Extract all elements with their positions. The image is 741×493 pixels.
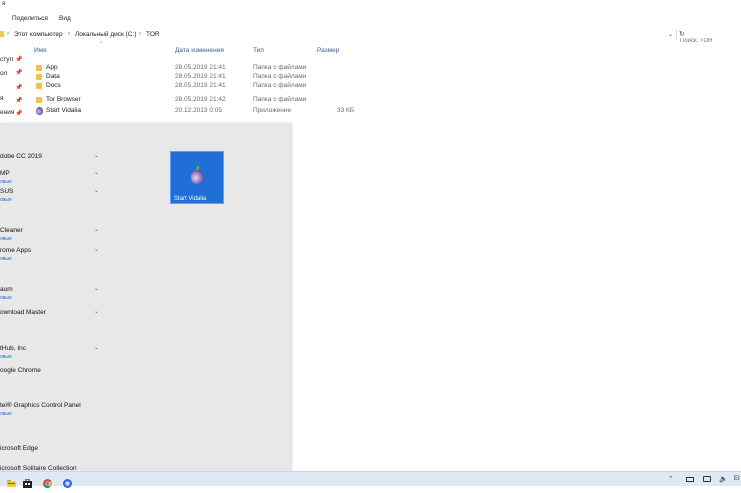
breadcrumb-separator: › [7,31,9,37]
nav-item[interactable]: ступ [0,56,13,63]
file-name: App [46,64,58,71]
app-list-item[interactable]: Cleaner [0,227,23,234]
app-list-item[interactable]: icrosoft Edge [0,445,38,452]
new-badge: овые [0,295,12,301]
chevron-down-icon[interactable]: ⌄ [94,308,99,315]
new-badge: овые [0,256,12,262]
pin-icon: 📌 [15,111,23,117]
file-row[interactable]: Docs 28.05.2019 21:41 Папка с файлами [34,82,374,91]
app-list-item[interactable]: aum [0,286,13,293]
nav-item[interactable]: я [0,95,4,102]
app-list-item[interactable]: ownload Master [0,309,46,316]
ribbon-tab-share[interactable]: Поделиться [12,15,48,22]
file-date: 28.05.2019 21:41 [175,64,226,71]
file-type: Папка с файлами [253,96,307,103]
sort-caret-icon: ^ [100,41,103,47]
tile-start-vidalia[interactable]: Start Vidalia [170,151,224,204]
folder-icon [36,74,42,80]
ribbon-tab-view[interactable]: Вид [59,15,71,22]
network-icon[interactable] [703,476,711,482]
chevron-down-icon[interactable]: ⌄ [94,152,99,159]
app-list-item[interactable]: SUS [0,188,13,195]
chevron-down-icon[interactable]: ⌄ [94,285,99,292]
file-name: Data [46,73,60,80]
app-list-item[interactable]: tel® Graphics Control Panel [0,402,81,409]
file-name: Tor Browser [46,96,81,103]
file-type: Папка с файлами [253,73,307,80]
new-badge: овые [0,411,12,417]
app-list-item[interactable]: dobe CC 2019 [0,153,42,160]
folder-icon [36,65,42,71]
app-list-item[interactable]: MP [0,170,10,177]
volume-icon[interactable]: 🔈 [719,475,728,483]
taskbar: ⌃ 🔈 EI [0,471,741,489]
chevron-down-icon[interactable]: ⌄ [94,169,99,176]
file-date: 28.05.2019 21:42 [175,96,226,103]
column-header-type[interactable]: Тип [253,47,264,54]
file-row[interactable]: Data 28.05.2019 21:41 Папка с файлами [34,73,374,82]
file-date: 20.12.2013 0:05 [175,107,222,114]
tor-browser-icon[interactable] [63,475,72,488]
file-row[interactable]: Start Vidalia 20.12.2013 0:05 Приложение 33… [34,107,374,116]
new-badge: овые [0,236,12,242]
new-badge: овые [0,179,12,185]
chevron-down-icon[interactable]: ⌄ [94,246,99,253]
nav-item[interactable]: ения [0,109,14,116]
chevron-down-icon[interactable]: ⌄ [94,187,99,194]
tor-onion-icon [191,170,203,184]
breadcrumb-separator: › [139,31,141,37]
file-row[interactable]: Tor Browser 28.05.2019 21:42 Папка с файла… [34,96,374,105]
search-input[interactable] [677,36,739,46]
file-date: 28.05.2019 21:41 [175,73,226,80]
app-list-item[interactable]: rome Apps [0,247,31,254]
chevron-down-icon[interactable]: ⌄ [668,31,673,38]
folder-icon [0,31,4,37]
file-type: Папка с файлами [253,64,307,71]
breadcrumb-tor[interactable]: TOR [146,31,160,38]
window-title-fragment: я [2,1,6,7]
new-badge: овые [0,197,12,203]
file-date: 28.05.2019 21:41 [175,82,226,89]
store-icon[interactable] [23,475,32,488]
tile-label: Start Vidalia [174,196,207,202]
file-type: Приложение [253,107,292,114]
nav-item[interactable]: ол [0,70,7,77]
column-header-name[interactable]: Имя [34,47,47,54]
app-list-item[interactable]: tHub, Inc [0,345,26,352]
start-menu: dobe CC 2019 ⌄ MP овые ⌄ SUS овые ⌄ Cleaner овые ⌄… [0,123,291,471]
file-name: Start Vidalia [46,107,81,114]
folder-icon [36,83,42,89]
pin-icon: 📌 [15,57,23,63]
column-header-date[interactable]: Дата изменения [175,47,224,54]
battery-icon[interactable] [686,477,694,482]
chrome-icon[interactable] [43,475,53,489]
search-box[interactable] [676,29,741,46]
pin-icon: 📌 [15,70,23,76]
pin-icon: 📌 [15,98,23,104]
breadcrumb-local-disk[interactable]: Локальный диск (C:) [75,31,137,38]
file-type: Папка с файлами [253,82,307,89]
chevron-down-icon[interactable]: ⌄ [94,226,99,233]
tor-onion-icon [36,107,43,115]
breadcrumb-separator: › [68,31,70,37]
column-header-size[interactable]: Размер [317,47,339,54]
chevron-up-icon[interactable]: ⌃ [668,475,674,483]
pin-icon: 📌 [15,85,23,91]
file-name: Docs [46,82,61,89]
file-size: 33 КБ [337,107,355,114]
folder-icon [36,97,42,103]
file-explorer-icon[interactable] [7,475,16,487]
language-indicator[interactable]: EI [734,476,740,482]
chevron-down-icon[interactable]: ⌄ [94,344,99,351]
new-badge: овые [0,354,12,360]
breadcrumb-this-pc[interactable]: Этот компьютер [14,31,63,38]
file-row[interactable]: App 28.05.2019 21:41 Папка с файлами [34,64,374,73]
app-list-item[interactable]: oogle Chrome [0,367,41,374]
